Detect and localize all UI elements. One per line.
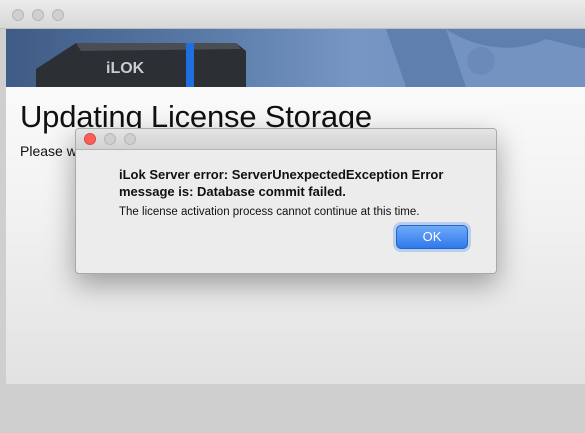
blue-cloth-image	[386, 29, 585, 87]
error-heading: iLok Server error: ServerUnexpectedExcep…	[119, 167, 444, 199]
error-dialog: iLok Server error: ServerUnexpectedExcep…	[75, 128, 497, 274]
ilok-dongle-image: iLOK	[36, 43, 246, 87]
minimize-window-button[interactable]	[32, 9, 44, 21]
main-titlebar	[0, 0, 585, 29]
zoom-window-button[interactable]	[52, 9, 64, 21]
error-message: The license activation process cannot co…	[119, 206, 420, 218]
dialog-zoom-button	[124, 133, 136, 145]
ok-button[interactable]: OK	[396, 225, 468, 249]
dialog-titlebar	[76, 129, 496, 150]
dialog-minimize-button	[104, 133, 116, 145]
dialog-close-button[interactable]	[84, 133, 96, 145]
ilok-banner: iLOK	[6, 29, 585, 87]
ilok-logo-text: iLOK	[106, 60, 145, 77]
close-window-button[interactable]	[12, 9, 24, 21]
main-footer	[6, 384, 585, 433]
